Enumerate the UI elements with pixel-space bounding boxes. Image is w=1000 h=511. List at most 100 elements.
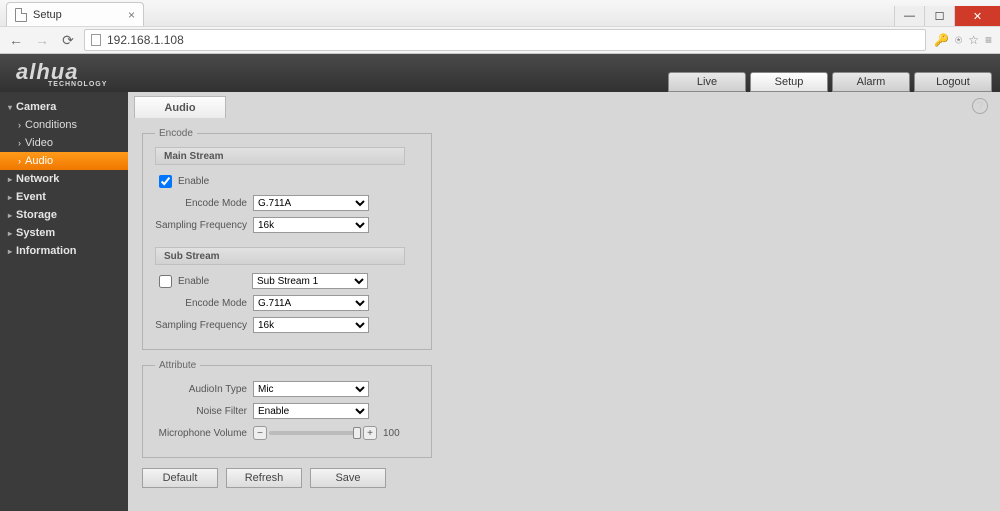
main-enable-checkbox[interactable] — [159, 175, 172, 188]
arrow-right-icon: ▸ — [8, 193, 12, 202]
arrow-right-icon: ▸ — [8, 211, 12, 220]
audioin-select[interactable]: Mic — [253, 381, 369, 397]
noise-select[interactable]: Enable — [253, 403, 369, 419]
tab-audio[interactable]: Audio — [134, 96, 226, 118]
micvol-value: 100 — [383, 428, 400, 439]
sidebar-section-storage[interactable]: ▸ Storage — [0, 206, 128, 224]
sub-enable-checkbox[interactable] — [159, 275, 172, 288]
minus-button[interactable]: − — [253, 426, 267, 440]
content-tabs: Audio ? — [128, 92, 1000, 118]
noise-label: Noise Filter — [155, 406, 253, 417]
sidebar-label: Network — [16, 173, 59, 185]
tag-icon[interactable]: ⍟ — [955, 33, 962, 48]
address-bar[interactable]: 192.168.1.108 — [84, 29, 926, 51]
tab-setup[interactable]: Setup — [750, 72, 828, 92]
button-row: Default Refresh Save — [142, 468, 986, 488]
brand-subtitle: TECHNOLOGY — [48, 81, 107, 88]
app-header: alhua TECHNOLOGY Live Setup Alarm Logout — [0, 54, 1000, 92]
slider-thumb[interactable] — [353, 427, 361, 439]
sidebar-item-audio[interactable]: › Audio — [0, 152, 128, 170]
url-text: 192.168.1.108 — [107, 33, 184, 47]
main-freq-row: Sampling Frequency 16k — [155, 215, 419, 235]
tab-logout[interactable]: Logout — [914, 72, 992, 92]
reload-button[interactable]: ⟳ — [58, 30, 78, 50]
sidebar-section-system[interactable]: ▸ System — [0, 224, 128, 242]
slider-track[interactable] — [269, 431, 361, 435]
browser-toolbar: ← → ⟳ 192.168.1.108 🔑 ⍟ ☆ ≡ — [0, 26, 1000, 54]
chevron-right-icon: › — [18, 120, 21, 130]
sidebar-label: Event — [16, 191, 46, 203]
sidebar-section-camera[interactable]: ▾ Camera — [0, 98, 128, 116]
refresh-button[interactable]: Refresh — [226, 468, 302, 488]
toolbar-icons: 🔑 ⍟ ☆ ≡ — [932, 33, 994, 48]
main-enable-row: Enable — [155, 171, 419, 191]
page-icon — [15, 8, 27, 22]
browser-titlebar: Setup × — ☐ ✕ — [0, 0, 1000, 26]
close-window-button[interactable]: ✕ — [954, 6, 1000, 26]
sub-freq-select[interactable]: 16k — [253, 317, 369, 333]
default-button[interactable]: Default — [142, 468, 218, 488]
chevron-right-icon: › — [18, 138, 21, 148]
sub-encode-row: Encode Mode G.711A — [155, 293, 419, 313]
noise-row: Noise Filter Enable — [155, 401, 419, 421]
sub-encode-label: Encode Mode — [155, 298, 253, 309]
sub-encode-select[interactable]: G.711A — [253, 295, 369, 311]
key-icon[interactable]: 🔑 — [934, 33, 949, 48]
sidebar: ▾ Camera › Conditions › Video › Audio ▸ Netwo… — [0, 92, 128, 511]
audioin-label: AudioIn Type — [155, 384, 253, 395]
arrow-right-icon: ▸ — [8, 175, 12, 184]
tab-alarm[interactable]: Alarm — [832, 72, 910, 92]
save-button[interactable]: Save — [310, 468, 386, 488]
header-tabs: Live Setup Alarm Logout — [668, 72, 1000, 92]
sub-freq-row: Sampling Frequency 16k — [155, 315, 419, 335]
plus-button[interactable]: + — [363, 426, 377, 440]
sub-stream-select[interactable]: Sub Stream 1 — [252, 273, 368, 289]
tab-title: Setup — [33, 9, 62, 21]
window-controls: — ☐ ✕ — [894, 6, 1000, 26]
arrow-right-icon: ▸ — [8, 247, 12, 256]
main-stream-header: Main Stream — [155, 147, 405, 165]
attribute-fieldset: Attribute AudioIn Type Mic Noise Filter … — [142, 360, 432, 458]
sidebar-section-information[interactable]: ▸ Information — [0, 242, 128, 260]
sidebar-label: Camera — [16, 101, 56, 113]
sub-stream-header: Sub Stream — [155, 247, 405, 265]
sidebar-item-label: Audio — [25, 155, 53, 167]
sidebar-item-label: Conditions — [25, 119, 77, 131]
sidebar-section-network[interactable]: ▸ Network — [0, 170, 128, 188]
back-button[interactable]: ← — [6, 30, 26, 50]
sidebar-item-label: Video — [25, 137, 53, 149]
attribute-legend: Attribute — [155, 360, 200, 371]
sidebar-item-conditions[interactable]: › Conditions — [0, 116, 128, 134]
help-icon[interactable]: ? — [972, 98, 988, 114]
star-icon[interactable]: ☆ — [968, 33, 979, 48]
chevron-right-icon: › — [18, 156, 21, 166]
browser-tab[interactable]: Setup × — [6, 2, 144, 26]
sidebar-label: Storage — [16, 209, 57, 221]
sidebar-section-event[interactable]: ▸ Event — [0, 188, 128, 206]
sidebar-item-video[interactable]: › Video — [0, 134, 128, 152]
sub-enable-label: Enable — [178, 276, 252, 287]
micvol-row: Microphone Volume − + 100 — [155, 423, 419, 443]
menu-icon[interactable]: ≡ — [985, 33, 992, 48]
forward-button[interactable]: → — [32, 30, 52, 50]
sidebar-label: System — [16, 227, 55, 239]
minimize-button[interactable]: — — [894, 6, 924, 26]
close-tab-icon[interactable]: × — [128, 8, 135, 22]
main-freq-select[interactable]: 16k — [253, 217, 369, 233]
page-icon — [91, 34, 101, 46]
main-enable-label: Enable — [178, 176, 209, 187]
main-encode-row: Encode Mode G.711A — [155, 193, 419, 213]
main-encode-select[interactable]: G.711A — [253, 195, 369, 211]
tab-live[interactable]: Live — [668, 72, 746, 92]
micvol-label: Microphone Volume — [155, 428, 253, 439]
content: Audio ? Encode Main Stream Enable Encode… — [128, 92, 1000, 511]
sub-freq-label: Sampling Frequency — [155, 320, 253, 331]
main-area: ▾ Camera › Conditions › Video › Audio ▸ Netwo… — [0, 92, 1000, 511]
encode-fieldset: Encode Main Stream Enable Encode Mode G.… — [142, 128, 432, 350]
micvol-slider[interactable]: − + 100 — [253, 426, 400, 440]
sidebar-label: Information — [16, 245, 77, 257]
arrow-down-icon: ▾ — [8, 103, 12, 112]
maximize-button[interactable]: ☐ — [924, 6, 954, 26]
main-encode-label: Encode Mode — [155, 198, 253, 209]
arrow-right-icon: ▸ — [8, 229, 12, 238]
